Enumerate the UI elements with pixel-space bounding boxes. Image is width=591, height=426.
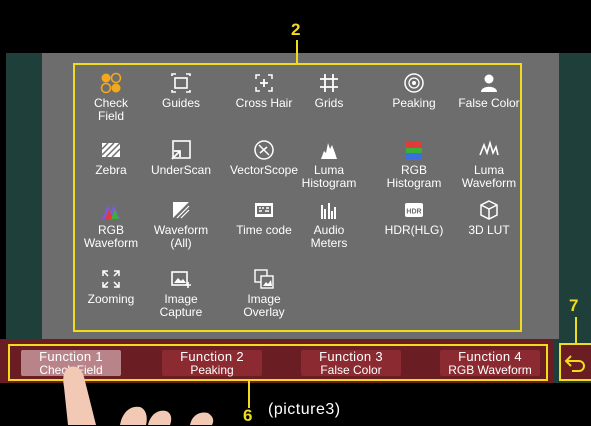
luma-waveform-icon	[479, 140, 499, 156]
menu-item-label: Audio Meters	[310, 223, 348, 250]
menu-item-label: 3D LUT	[468, 223, 510, 237]
waveform-all-icon	[173, 202, 190, 219]
menu-item-label: HDR(HLG)	[384, 223, 444, 237]
menu-item-label: Luma Histogram	[301, 163, 357, 190]
audio-meters-icon	[321, 203, 336, 219]
menu-item-label: Grids	[314, 96, 344, 110]
menu-item-label: Check Field	[93, 96, 128, 123]
false-color-icon	[481, 74, 497, 92]
menu-item-label: Waveform (All)	[153, 223, 209, 250]
menu-item-label: Zooming	[87, 292, 135, 306]
back-arrow-icon[interactable]	[563, 347, 589, 377]
function-3-value: False Color	[320, 363, 382, 377]
grids-icon	[320, 74, 338, 92]
menu-item-check-field[interactable]: Check Field	[73, 72, 149, 123]
callout-6-line	[248, 381, 250, 408]
menu-item-audio-meters[interactable]: Audio Meters	[291, 199, 367, 250]
function-3-title: Function 3	[319, 349, 383, 364]
menu-item-rgb-waveform[interactable]: RGB Waveform	[73, 199, 149, 250]
peaking-icon	[404, 73, 424, 93]
menu-item-rgb-histogram[interactable]: RGB Histogram	[376, 139, 452, 190]
function-4-button[interactable]: Function 4 RGB Waveform	[440, 350, 540, 376]
menu-item-3d-lut[interactable]: 3D LUT	[451, 199, 527, 237]
function-3-button[interactable]: Function 3 False Color	[301, 350, 401, 376]
callout-6: 6	[243, 406, 253, 425]
pointing-hand-icon	[63, 366, 214, 425]
guides-icon	[171, 73, 191, 93]
callout-7: 7	[569, 296, 579, 315]
function-4-value: RGB Waveform	[448, 363, 532, 377]
rgb-waveform-icon	[102, 205, 120, 219]
menu-item-zooming[interactable]: Zooming	[73, 268, 149, 306]
hdr-hlg-icon: HDR	[405, 203, 423, 217]
menu-item-grids[interactable]: Grids	[291, 72, 367, 110]
menu-item-waveform-all[interactable]: Waveform (All)	[143, 199, 219, 250]
menu-item-label: Zebra	[95, 163, 127, 177]
menu-item-false-color[interactable]: False Color	[451, 72, 527, 110]
zooming-icon	[102, 270, 120, 288]
menu-item-label: Guides	[161, 96, 201, 110]
callout-7-line	[575, 317, 577, 343]
check-field-icon	[100, 72, 122, 94]
zebra-icon	[101, 142, 121, 158]
picture-caption: (picture3)	[268, 401, 341, 418]
image-capture-icon	[171, 271, 191, 288]
menu-item-label: RGB Histogram	[386, 163, 442, 190]
function-1-title: Function 1	[39, 349, 103, 364]
callout-2: 2	[291, 20, 301, 39]
menu-item-luma-waveform[interactable]: Luma Waveform	[451, 139, 527, 190]
image-overlay-icon	[254, 269, 274, 289]
menu-item-label: Luma Waveform	[461, 163, 517, 190]
menu-item-image-overlay[interactable]: Image Overlay	[226, 268, 302, 319]
menu-item-label: Peaking	[392, 96, 436, 110]
menu-item-label: False Color	[458, 96, 520, 110]
time-code-icon	[255, 203, 273, 217]
menu-item-label: Image Capture	[159, 292, 203, 319]
function-2-title: Function 2	[180, 349, 244, 364]
menu-item-label: RGB Waveform	[83, 223, 139, 250]
rgb-histogram-icon	[406, 142, 422, 159]
svg-text:HDR: HDR	[406, 209, 421, 216]
menu-item-hdr-hlg[interactable]: HDR HDR(HLG)	[376, 199, 452, 237]
menu-item-peaking[interactable]: Peaking	[376, 72, 452, 110]
vectorscope-icon	[254, 140, 274, 160]
menu-item-luma-histogram[interactable]: Luma Histogram	[291, 139, 367, 190]
menu-item-zebra[interactable]: Zebra	[73, 139, 149, 177]
3d-lut-icon	[480, 200, 498, 220]
menu-item-image-capture[interactable]: Image Capture	[143, 268, 219, 319]
menu-item-label: Image Overlay	[243, 292, 285, 319]
menu-item-label: UnderScan	[150, 163, 212, 177]
function-4-title: Function 4	[458, 349, 522, 364]
underscan-icon	[171, 140, 191, 160]
cross-hair-icon	[255, 74, 273, 92]
luma-histogram-icon	[321, 143, 337, 159]
callout-2-line	[296, 40, 298, 63]
menu-item-underscan[interactable]: UnderScan	[143, 139, 219, 177]
menu-item-guides[interactable]: Guides	[143, 72, 219, 110]
